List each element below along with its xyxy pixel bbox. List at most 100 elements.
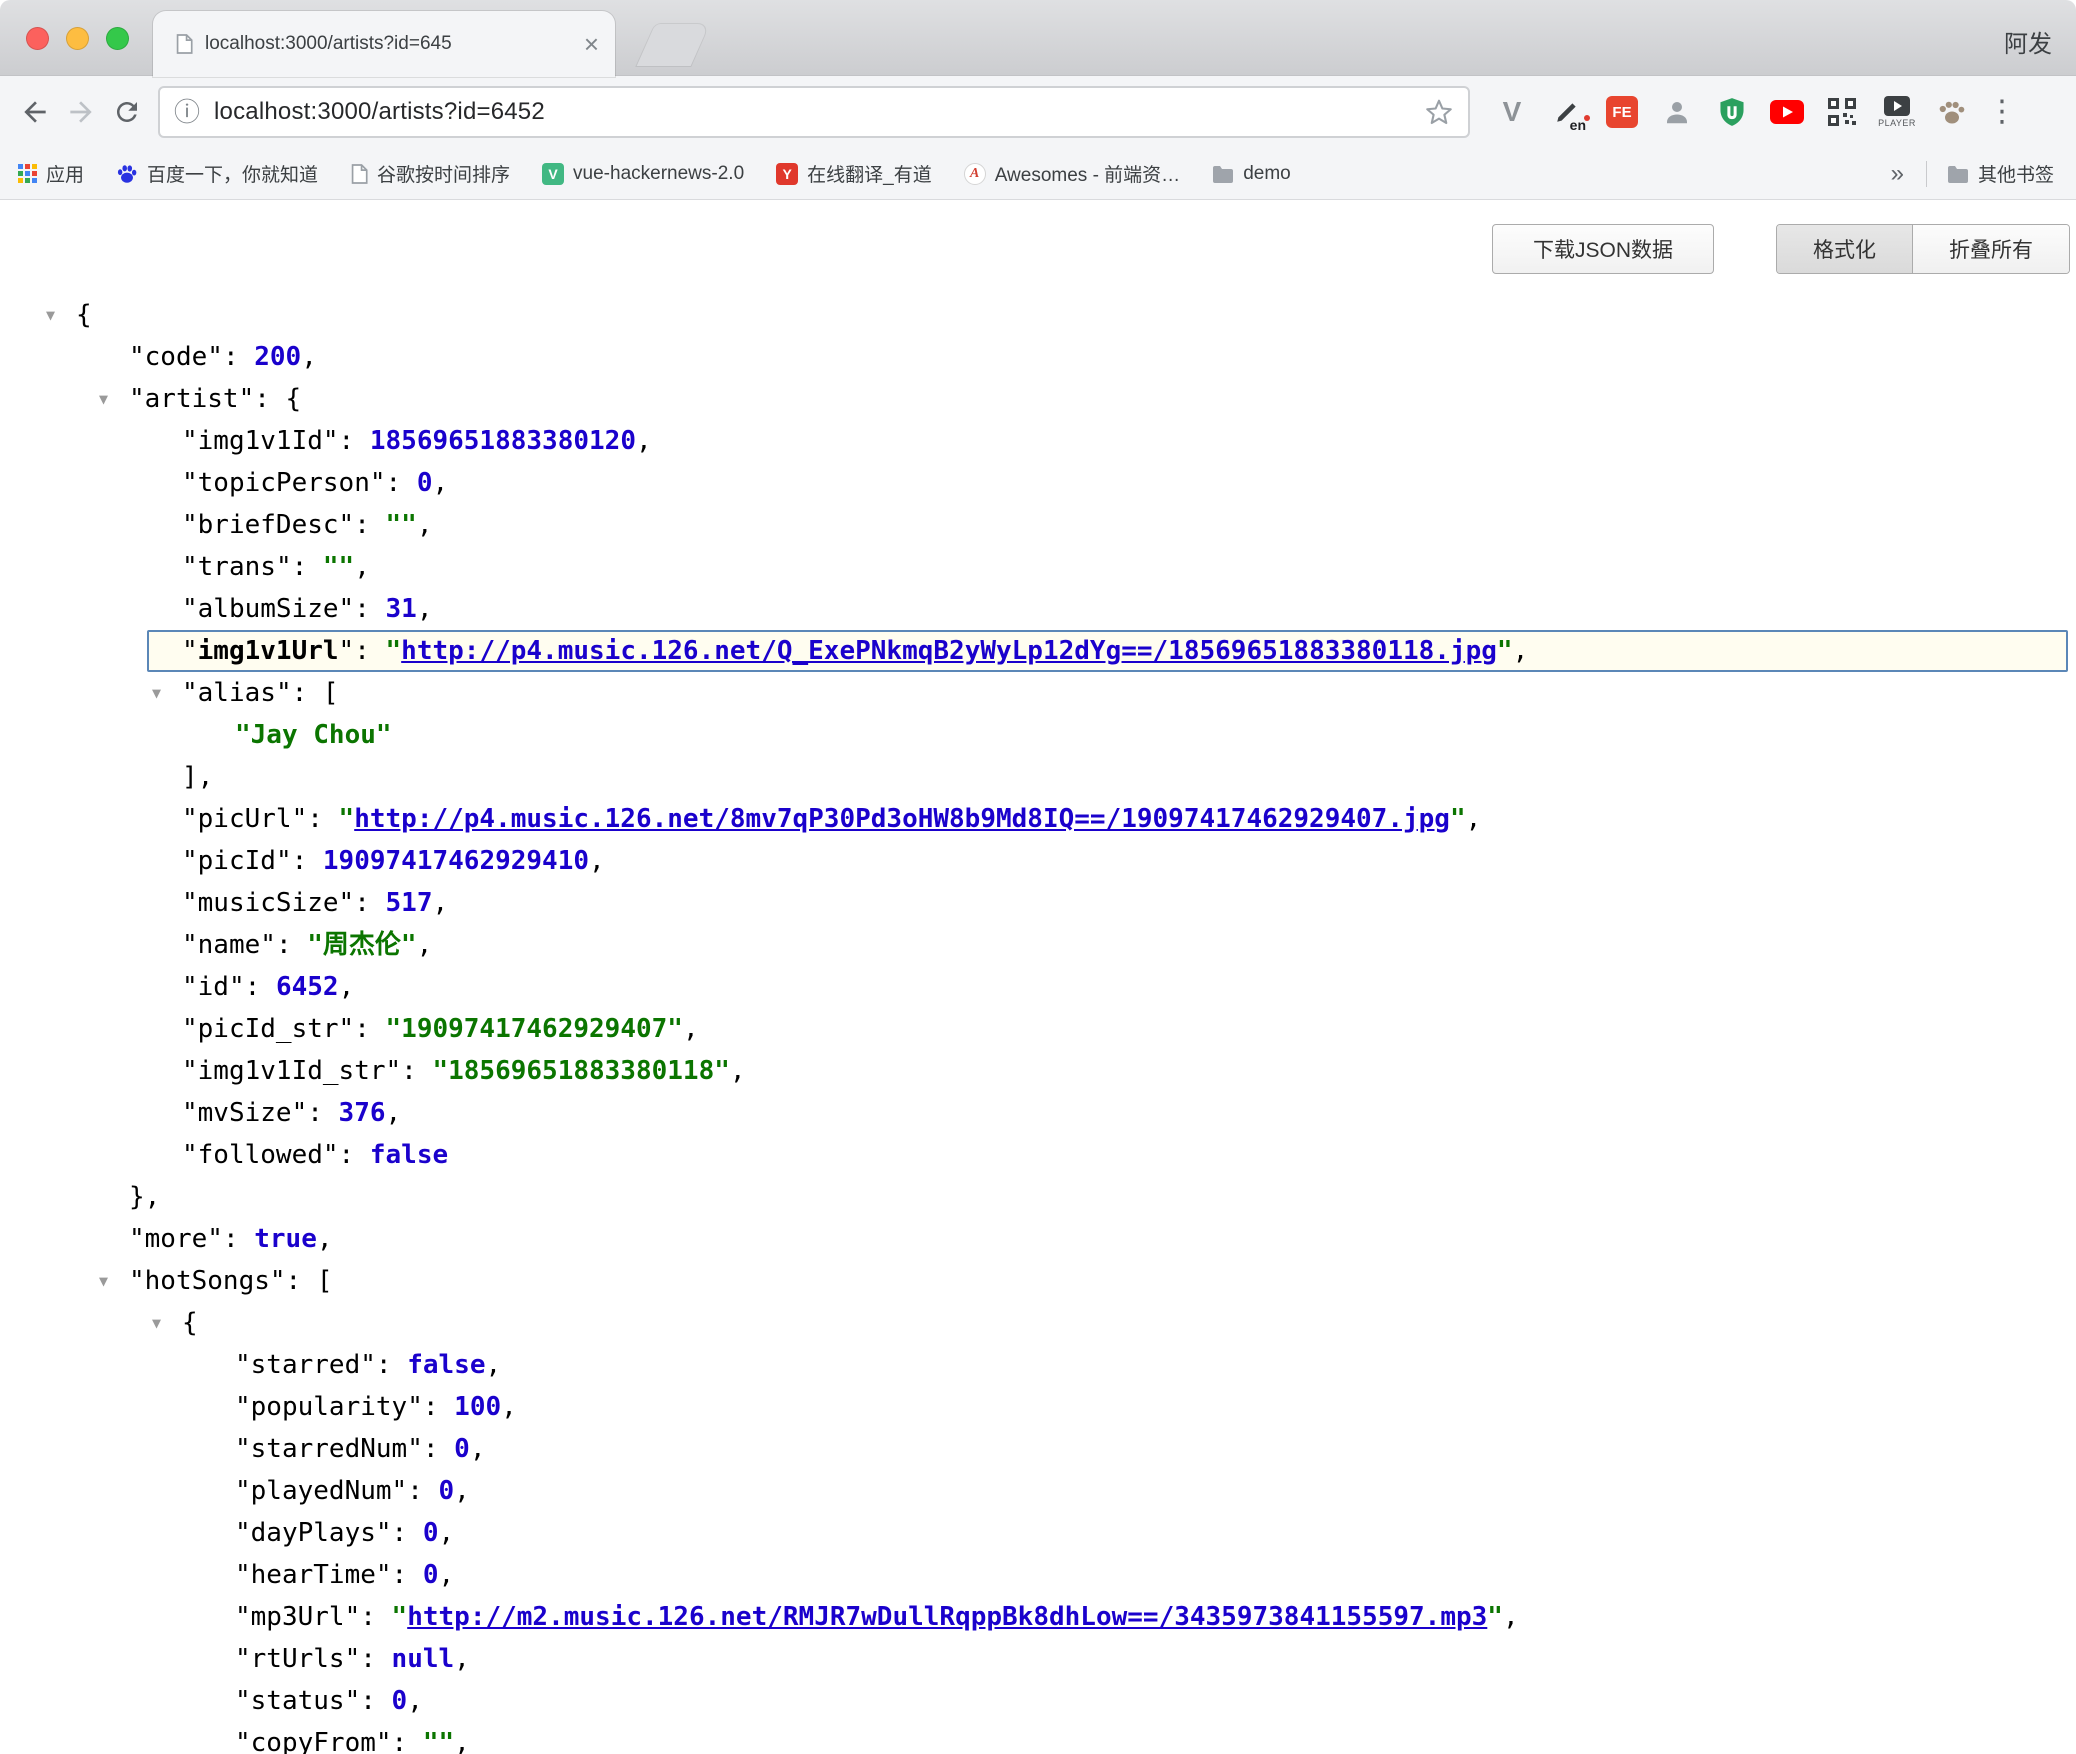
collapse-all-button[interactable]: 折叠所有 — [1912, 225, 2069, 273]
reload-button[interactable] — [104, 89, 150, 135]
json-value: "" — [386, 510, 417, 540]
json-line: "playedNum": 0, — [0, 1470, 2076, 1512]
browser-tab[interactable]: localhost:3000/artists?id=645 × — [153, 11, 615, 77]
json-line: "code": 200, — [0, 336, 2076, 378]
traffic-lights — [26, 27, 146, 50]
address-bar[interactable]: ⓘ localhost:3000/artists?id=6452 — [158, 86, 1470, 138]
json-key: picUrl — [198, 804, 292, 834]
json-line: "more": true, — [0, 1218, 2076, 1260]
apps-grid-icon — [18, 164, 37, 183]
profile-name[interactable]: 阿发 — [2004, 24, 2052, 59]
collapse-toggle-icon[interactable]: ▼ — [99, 378, 108, 420]
qrcode-extension-icon[interactable] — [1823, 87, 1861, 137]
fe-extension-icon[interactable]: FE — [1603, 87, 1641, 137]
json-value: 100 — [454, 1392, 501, 1422]
new-tab-button[interactable] — [637, 24, 710, 66]
json-url-link[interactable]: http://p4.music.126.net/8mv7qP30Pd3oHW8b… — [354, 804, 1450, 834]
bookmark-baidu[interactable]: 百度一下，你就知道 — [116, 160, 318, 187]
json-url-link[interactable]: http://m2.music.126.net/RMJR7wDullRqppBk… — [407, 1602, 1487, 1632]
json-key: musicSize — [198, 888, 339, 918]
translate-extension-icon[interactable]: en — [1548, 87, 1586, 137]
json-value: 18569651883380120 — [370, 426, 636, 456]
json-line: "copyFrom": "", — [0, 1722, 2076, 1754]
json-value: 0 — [392, 1686, 408, 1716]
url-text[interactable]: localhost:3000/artists?id=6452 — [214, 98, 545, 126]
vimium-extension-icon[interactable]: V — [1493, 87, 1531, 137]
json-key: mvSize — [198, 1098, 292, 1128]
json-value: 0 — [423, 1560, 439, 1590]
json-line: "picUrl": "http://p4.music.126.net/8mv7q… — [0, 798, 2076, 840]
player-extension-icon[interactable]: PLAYER — [1878, 87, 1916, 137]
json-key: mp3Url — [251, 1602, 345, 1632]
back-button[interactable] — [12, 89, 58, 135]
bookmark-vue-hackernews[interactable]: V vue-hackernews-2.0 — [542, 163, 744, 185]
folder-icon — [1947, 165, 1969, 183]
other-bookmarks-folder[interactable]: 其他书签 — [1947, 160, 2054, 187]
json-value: "" — [423, 1728, 454, 1754]
shield-extension-icon[interactable] — [1713, 87, 1751, 137]
json-line: "hearTime": 0, — [0, 1554, 2076, 1596]
json-key: img1v1Url — [198, 636, 339, 666]
youdao-icon: Y — [776, 163, 798, 185]
bookmarks-overflow-chevron[interactable]: » — [1891, 160, 1904, 188]
bookmark-folder-demo[interactable]: demo — [1212, 163, 1291, 185]
collapse-toggle-icon[interactable]: ▼ — [99, 1260, 108, 1302]
json-line: "trans": "", — [0, 546, 2076, 588]
json-key: hearTime — [251, 1560, 376, 1590]
json-value: 31 — [386, 594, 417, 624]
youtube-icon — [1770, 100, 1804, 124]
collapse-toggle-icon[interactable]: ▼ — [152, 672, 161, 714]
bookmark-youdao-translate[interactable]: Y 在线翻译_有道 — [776, 160, 932, 187]
json-key: playedNum — [251, 1476, 392, 1506]
json-key: name — [198, 930, 261, 960]
tab-title: localhost:3000/artists?id=645 — [205, 33, 576, 55]
json-tree: ▼{"code": 200,▼"artist": {"img1v1Id": 18… — [0, 200, 2076, 1754]
format-button[interactable]: 格式化 — [1777, 225, 1912, 273]
json-key: rtUrls — [251, 1644, 345, 1674]
json-value: 200 — [254, 342, 301, 372]
json-value: 19097417462929410 — [323, 846, 589, 876]
json-line: "picId_str": "19097417462929407", — [0, 1008, 2076, 1050]
shield-icon — [1718, 97, 1746, 127]
youtube-extension-icon[interactable] — [1768, 87, 1806, 137]
json-key: albumSize — [198, 594, 339, 624]
json-value: false — [407, 1350, 485, 1380]
json-value: 376 — [339, 1098, 386, 1128]
json-line: "musicSize": 517, — [0, 882, 2076, 924]
bookmark-awesomes[interactable]: A Awesomes - 前端资… — [964, 160, 1180, 187]
json-value: "" — [323, 552, 354, 582]
json-line: "popularity": 100, — [0, 1386, 2076, 1428]
contacts-extension-icon[interactable] — [1658, 87, 1696, 137]
bookmark-google-sort[interactable]: 谷歌按时间排序 — [350, 160, 510, 187]
json-line: ], — [0, 756, 2076, 798]
json-value: true — [254, 1224, 317, 1254]
json-url-link[interactable]: http://p4.music.126.net/Q_ExePNkmqB2yWyL… — [401, 636, 1497, 666]
bookmark-star-icon[interactable] — [1424, 97, 1454, 127]
json-line: "starredNum": 0, — [0, 1428, 2076, 1470]
json-key: copyFrom — [251, 1728, 376, 1754]
paw-extension-icon[interactable] — [1933, 87, 1971, 137]
json-line: "rtUrls": null, — [0, 1638, 2076, 1680]
json-value: 0 — [439, 1476, 455, 1506]
extension-icons: V en FE PLAYER — [1476, 87, 2017, 137]
json-line: "picId": 19097417462929410, — [0, 840, 2076, 882]
browser-menu-icon[interactable]: ⋮ — [1987, 97, 2017, 127]
collapse-toggle-icon[interactable]: ▼ — [46, 294, 55, 336]
json-line: "mvSize": 376, — [0, 1092, 2076, 1134]
minimize-window-button[interactable] — [66, 27, 89, 50]
json-key: status — [251, 1686, 345, 1716]
collapse-toggle-icon[interactable]: ▼ — [152, 1302, 161, 1344]
json-key: alias — [198, 678, 276, 708]
forward-button[interactable] — [58, 89, 104, 135]
close-window-button[interactable] — [26, 27, 49, 50]
download-json-button[interactable]: 下载JSON数据 — [1492, 224, 1714, 274]
json-line: ▼{ — [0, 294, 2076, 336]
tab-close-icon[interactable]: × — [584, 31, 599, 57]
json-line: "id": 6452, — [0, 966, 2076, 1008]
baidu-paw-icon — [116, 163, 138, 185]
page-file-icon — [175, 33, 193, 55]
json-line: "status": 0, — [0, 1680, 2076, 1722]
page-info-icon[interactable]: ⓘ — [174, 99, 200, 125]
fullscreen-window-button[interactable] — [106, 27, 129, 50]
bookmark-apps[interactable]: 应用 — [18, 160, 84, 187]
